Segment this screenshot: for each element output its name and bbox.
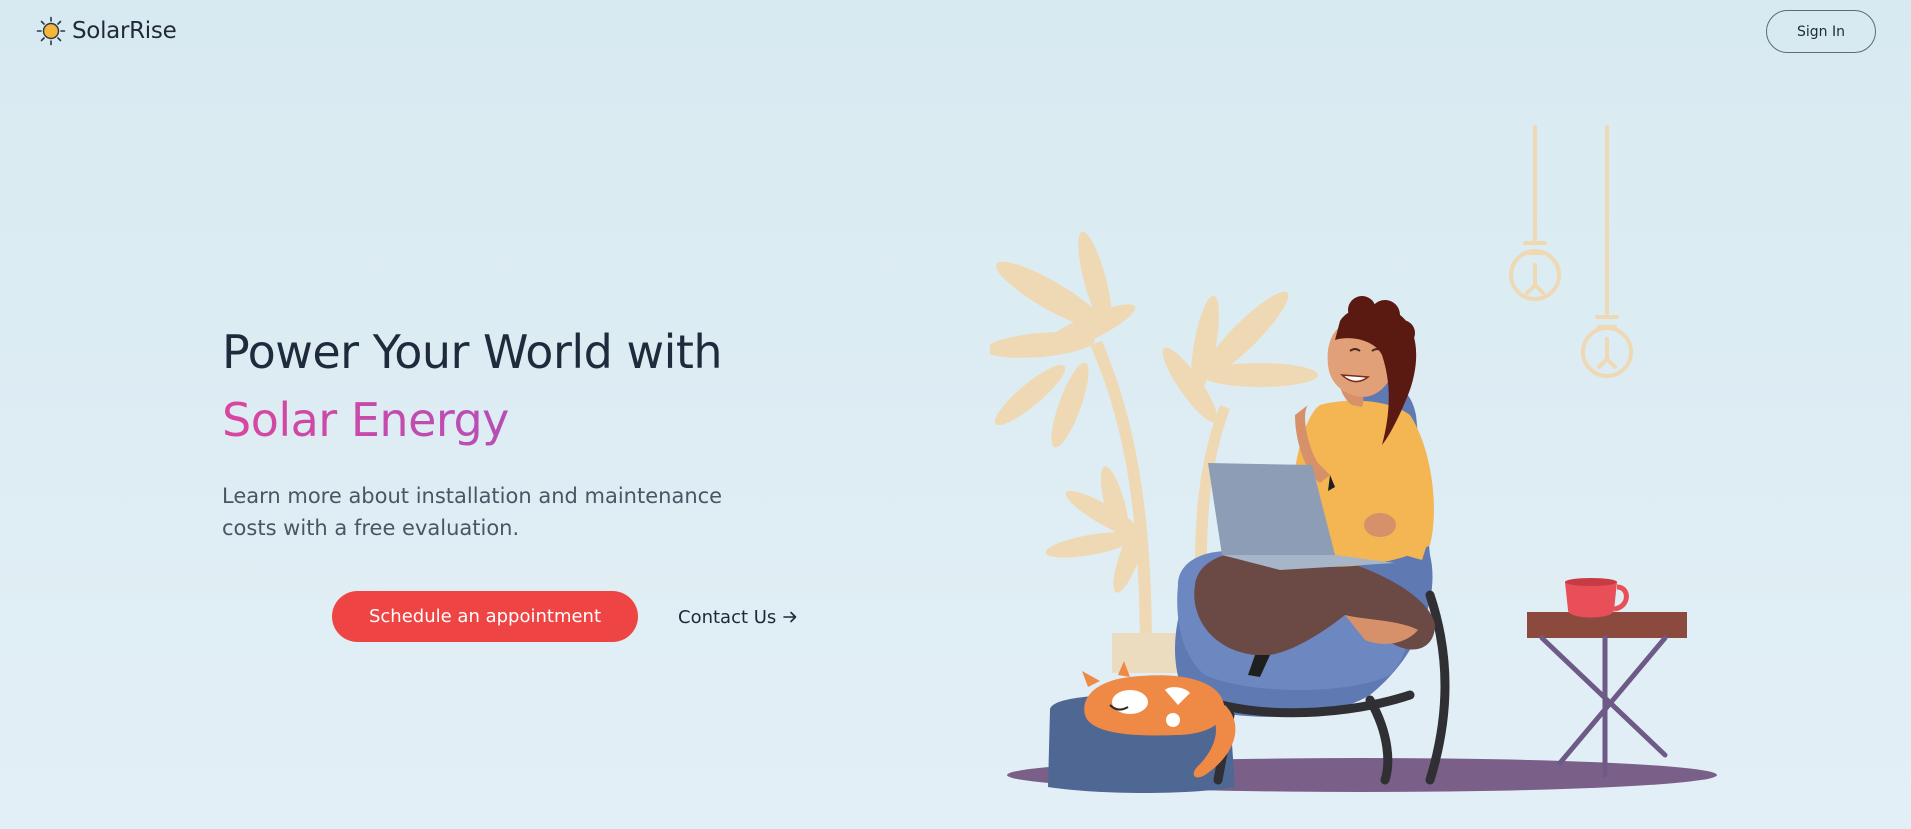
hero-title-highlight: Solar Energy: [222, 386, 722, 454]
schedule-appointment-button[interactable]: Schedule an appointment: [332, 591, 638, 642]
hero-subtitle: Learn more about installation and mainte…: [222, 484, 723, 540]
brand-name: SolarRise: [72, 18, 177, 44]
contact-us-label: Contact Us: [678, 606, 777, 628]
logo[interactable]: SolarRise: [36, 16, 177, 46]
hero-title-line1: Power Your World with: [222, 325, 723, 379]
arrow-right-icon: [783, 611, 797, 623]
site-header: SolarRise Sign In: [0, 0, 1911, 66]
woman-with-laptop-illustration: [990, 125, 1717, 793]
side-table: [1527, 578, 1687, 778]
hero-title: Power Your World with Solar Energy: [222, 318, 723, 454]
sun-icon: [36, 16, 66, 46]
sign-in-button[interactable]: Sign In: [1766, 10, 1876, 53]
contact-us-link[interactable]: Contact Us: [678, 603, 798, 631]
hanging-lamps: [1509, 125, 1633, 378]
